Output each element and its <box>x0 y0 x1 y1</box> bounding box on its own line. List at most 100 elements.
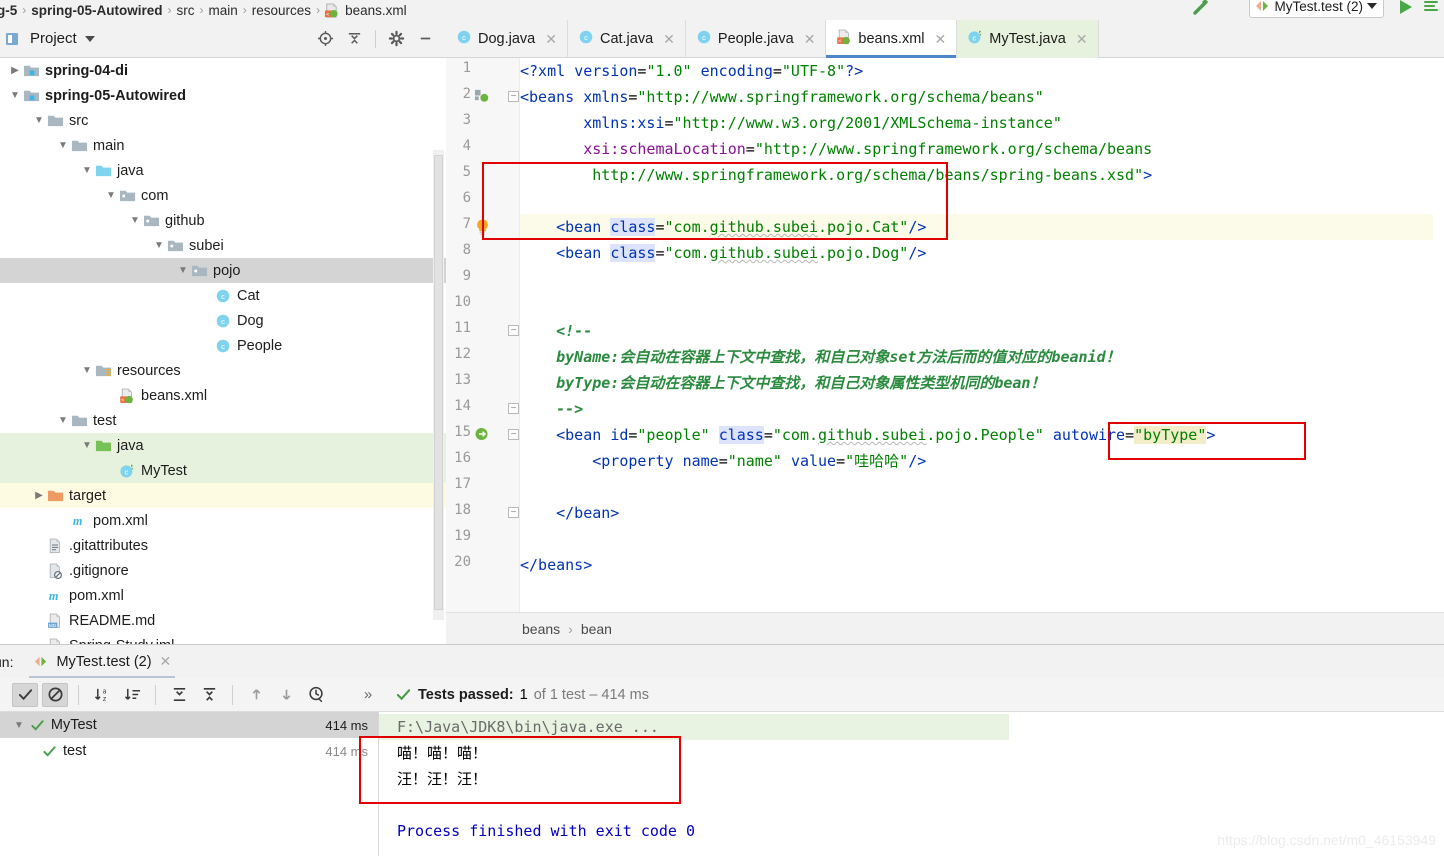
breadcrumb-item[interactable]: src <box>174 3 198 18</box>
run-button[interactable] <box>1394 0 1416 18</box>
close-icon[interactable]: ✕ <box>935 31 947 48</box>
editor-tab-mytest-java[interactable]: c MyTest.java ✕ <box>957 20 1099 58</box>
tree-node-com[interactable]: ▼ com <box>0 183 446 208</box>
chevron-down-icon[interactable]: ▼ <box>152 240 166 251</box>
locate-icon[interactable] <box>317 30 334 47</box>
tree-node-spring-study-iml[interactable]: Spring-Study.iml <box>0 633 446 644</box>
tree-node-pom-xml[interactable]: m pom.xml <box>0 508 446 533</box>
spring-bean-config-icon[interactable] <box>474 88 489 106</box>
tree-node-test[interactable]: ▼ test <box>0 408 446 433</box>
tree-node-java[interactable]: ▼ java <box>0 158 446 183</box>
collapse-all-icon[interactable] <box>346 30 363 47</box>
test-row-mytest[interactable]: ▼ MyTest 414 ms <box>0 712 378 738</box>
chevron-down-icon[interactable]: ▼ <box>176 265 190 276</box>
editor-tab-people-java[interactable]: c People.java ✕ <box>686 20 827 58</box>
chevron-down-icon[interactable]: ▼ <box>80 440 94 451</box>
intention-bulb-icon[interactable] <box>474 218 491 240</box>
breadcrumb-item[interactable]: main <box>206 3 241 18</box>
tree-node-java[interactable]: ▼ java <box>0 433 446 458</box>
sort-alphabetically-icon[interactable]: a z <box>89 683 115 707</box>
code-fold-toggle[interactable] <box>508 403 519 414</box>
run-tool-window-tabbar[interactable]: un: MyTest.test (2) ✕ <box>0 644 1444 679</box>
build-hammer-icon[interactable] <box>1188 0 1212 20</box>
editor-tab-dog-java[interactable]: c Dog.java ✕ <box>446 20 568 58</box>
tree-node-github[interactable]: ▼ github <box>0 208 446 233</box>
close-icon[interactable]: ✕ <box>160 653 172 670</box>
chevron-down-icon[interactable]: ▼ <box>128 215 142 226</box>
editor-breadcrumb[interactable]: beans › bean <box>446 612 1444 644</box>
tree-node-pom-xml[interactable]: m pom.xml <box>0 583 446 608</box>
tree-node-people[interactable]: c People <box>0 333 446 358</box>
code-fold-toggle[interactable] <box>508 91 519 102</box>
tree-node-beans-xml[interactable]: < beans.xml <box>0 383 446 408</box>
breadcrumb-node[interactable]: beans <box>522 621 560 637</box>
tree-node-pojo[interactable]: ▼ pojo <box>0 258 446 283</box>
project-tree-scrollbar[interactable] <box>433 150 444 620</box>
editor-tabbar[interactable]: c Dog.java ✕ c Cat.java ✕ c People.java ✕ < beans.… <box>446 20 1444 58</box>
chevron-down-icon[interactable]: ▼ <box>56 415 70 426</box>
chevron-down-icon[interactable]: ▼ <box>80 365 94 376</box>
chevron-right-icon[interactable]: ▶ <box>32 490 46 501</box>
code-fold-toggle[interactable] <box>508 429 519 440</box>
chevron-down-icon[interactable] <box>84 35 95 42</box>
tree-node-dog[interactable]: c Dog <box>0 308 446 333</box>
breadcrumb-item[interactable]: g-5 <box>0 3 20 18</box>
run-tab-mytest[interactable]: MyTest.test (2) ✕ <box>25 645 179 679</box>
chevron-down-icon[interactable]: ▼ <box>56 140 70 151</box>
project-tree[interactable]: ▶ spring-04-di ▼ spring-05-Autowired ▼ src ▼ ma… <box>0 58 446 644</box>
chevron-right-icon[interactable]: ▶ <box>8 65 22 76</box>
tree-node-src[interactable]: ▼ src <box>0 108 446 133</box>
test-results-tree[interactable]: ▼ MyTest 414 ms test 414 ms <box>0 712 378 856</box>
run-configuration-selector[interactable]: MyTest.test (2) <box>1249 0 1384 18</box>
test-row-test[interactable]: test 414 ms <box>0 738 378 764</box>
close-icon[interactable]: ✕ <box>663 31 675 48</box>
tree-node-subei[interactable]: ▼ subei <box>0 233 446 258</box>
chevron-down-icon[interactable]: ▼ <box>80 165 94 176</box>
breadcrumb-node[interactable]: bean <box>581 621 612 637</box>
close-icon[interactable]: ✕ <box>1076 31 1088 48</box>
editor-tab-cat-java[interactable]: c Cat.java ✕ <box>568 20 686 58</box>
scrollbar-thumb[interactable] <box>434 155 443 610</box>
breadcrumb-item[interactable]: spring-05-Autowired <box>28 3 165 18</box>
code-editor[interactable]: 1234567891011121314151617181920 <?xml ve… <box>446 58 1444 612</box>
tree-node-resources[interactable]: ▼ resources <box>0 358 446 383</box>
hide-ignored-icon[interactable] <box>42 682 68 707</box>
tree-node-main[interactable]: ▼ main <box>0 133 446 158</box>
next-failed-icon[interactable] <box>273 683 299 707</box>
collapse-all-icon[interactable] <box>196 683 222 707</box>
tree-node--gitignore[interactable]: .gitignore <box>0 558 446 583</box>
editor-gutter[interactable]: 1 2 3 4 5 6 7 8 9 10 11 12 13 14 15 16 17 18 19 20 <box>446 58 520 612</box>
minimize-icon[interactable] <box>417 30 434 47</box>
tree-node-spring-04-di[interactable]: ▶ spring-04-di <box>0 58 446 83</box>
spring-navigate-icon[interactable] <box>474 426 490 445</box>
close-icon[interactable]: ✕ <box>545 31 557 48</box>
more-run-actions-icon[interactable] <box>1420 0 1442 18</box>
expand-all-icon[interactable] <box>166 683 192 707</box>
code-fold-toggle[interactable] <box>508 325 519 336</box>
sort-by-duration-icon[interactable] <box>119 683 145 707</box>
editor-tab-beans-xml[interactable]: < beans.xml ✕ <box>826 20 958 58</box>
editor-scrollbar[interactable] <box>1433 58 1444 612</box>
tree-node-spring-05-autowired[interactable]: ▼ spring-05-Autowired <box>0 83 446 108</box>
prev-failed-icon[interactable] <box>243 683 269 707</box>
chevron-down-icon[interactable]: ▼ <box>104 190 118 201</box>
breadcrumb-item[interactable]: beans.xml <box>342 3 410 18</box>
tree-node-cat[interactable]: c Cat <box>0 283 446 308</box>
editor-code-area[interactable]: <?xml version="1.0" encoding="UTF-8"?> <b… <box>520 58 1444 612</box>
more-icon[interactable]: » <box>355 683 381 707</box>
breadcrumb-item[interactable]: resources <box>249 3 314 18</box>
tree-node--gitattributes[interactable]: .gitattributes <box>0 533 446 558</box>
chevron-down-icon[interactable] <box>1367 3 1377 9</box>
code-fold-toggle[interactable] <box>508 507 519 518</box>
close-icon[interactable]: ✕ <box>804 31 816 48</box>
show-passed-icon[interactable] <box>12 682 38 707</box>
test-runner-toolbar[interactable]: a z » Tests passed: 1 of 1 test – 414 ms <box>0 678 1444 712</box>
tree-node-mytest[interactable]: c MyTest <box>0 458 446 483</box>
settings-gear-icon[interactable] <box>388 30 405 47</box>
chevron-down-icon[interactable]: ▼ <box>8 90 22 101</box>
tree-node-target[interactable]: ▶ target <box>0 483 446 508</box>
chevron-down-icon[interactable]: ▼ <box>32 115 46 126</box>
chevron-down-icon[interactable]: ▼ <box>14 720 24 731</box>
tree-node-readme-md[interactable]: MD README.md <box>0 608 446 633</box>
history-icon[interactable] <box>303 683 329 707</box>
